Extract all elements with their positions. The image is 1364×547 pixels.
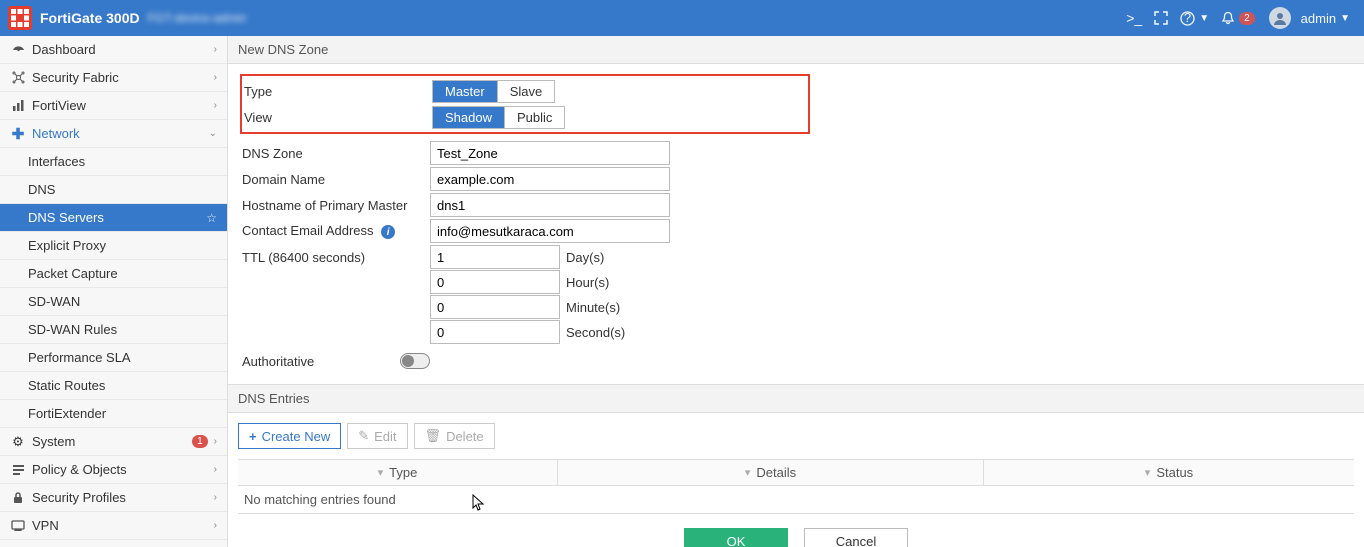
caret-down-icon: ▼ [1340,13,1350,24]
col-type[interactable]: ▾Type [238,460,558,485]
content-area: New DNS Zone Type Master Slave View Shad… [228,36,1364,547]
dnszone-input[interactable] [430,141,670,165]
pencil-icon: ✎ [358,428,369,444]
vpn-icon [10,520,26,531]
gear-icon: ⚙ [10,434,26,450]
col-details[interactable]: ▾Details [558,460,984,485]
policy-icon [10,463,26,476]
domain-label: Domain Name [240,172,430,187]
col-status[interactable]: ▾Status [984,460,1354,485]
edit-button[interactable]: ✎ Edit [347,423,407,449]
sidebar-item-dns[interactable]: DNS [0,176,227,204]
ttl-sec-unit: Second(s) [566,325,625,340]
sidebar-item-explicit-proxy[interactable]: Explicit Proxy [0,232,227,260]
sidebar-item-fortiview[interactable]: FortiView › [0,92,227,120]
filter-icon: ▾ [745,466,751,479]
page-title: New DNS Zone [228,36,1364,64]
info-icon[interactable]: i [381,225,395,239]
filter-icon: ▾ [1145,466,1151,479]
type-label: Type [242,84,432,99]
help-icon[interactable]: ? ▼ [1180,11,1209,26]
plus-icon: ✚ [10,125,26,143]
ok-button[interactable]: OK [684,528,788,547]
domain-input[interactable] [430,167,670,191]
view-toggle: Shadow Public [432,106,565,129]
dnszone-label: DNS Zone [240,146,430,161]
sidebar: Dashboard › Security Fabric › FortiView … [0,36,228,547]
ttl-day-input[interactable] [430,245,560,269]
cli-icon[interactable]: >_ [1126,10,1142,26]
notifications-icon[interactable]: 2 [1221,11,1255,25]
email-input[interactable] [430,219,670,243]
star-icon[interactable]: ☆ [206,211,217,225]
user-avatar-icon[interactable] [1269,7,1291,29]
highlight-box: Type Master Slave View Shadow Public [240,74,810,134]
sidebar-item-system[interactable]: ⚙ System 1 › [0,428,227,456]
lock-icon [10,491,26,504]
email-label: Contact Email Address i [240,223,430,240]
delete-button[interactable]: 🗑 Delete [414,423,495,449]
chart-icon [10,99,26,112]
plus-icon: + [249,429,257,444]
user-menu[interactable]: admin ▼ [1301,11,1350,26]
device-name: FortiGate 300D [40,10,140,26]
view-label: View [242,110,432,125]
view-public[interactable]: Public [505,107,564,128]
user-name: admin [1301,11,1336,26]
ttl-label: TTL (86400 seconds) [240,250,430,265]
create-new-button[interactable]: + Create New [238,423,341,449]
ttl-min-input[interactable] [430,295,560,319]
fullscreen-icon[interactable] [1154,11,1168,25]
sidebar-item-security-fabric[interactable]: Security Fabric › [0,64,227,92]
ttl-hour-input[interactable] [430,270,560,294]
notif-count: 2 [1239,12,1255,25]
app-header: FortiGate 300D FGT-device-admin >_ ? ▼ 2… [0,0,1364,36]
sidebar-item-user-device[interactable]: User & Device › [0,540,227,547]
sidebar-item-packet-capture[interactable]: Packet Capture [0,260,227,288]
sidebar-item-static-routes[interactable]: Static Routes [0,372,227,400]
type-master[interactable]: Master [433,81,498,102]
sidebar-item-security-profiles[interactable]: Security Profiles › [0,484,227,512]
trash-icon: 🗑 [425,428,442,444]
sidebar-item-interfaces[interactable]: Interfaces [0,148,227,176]
auth-label: Authoritative [240,354,400,369]
filter-icon: ▾ [378,466,384,479]
ttl-min-unit: Minute(s) [566,300,620,315]
device-sub: FGT-device-admin [148,11,247,25]
hostname-input[interactable] [430,193,670,217]
type-slave[interactable]: Slave [498,81,555,102]
sidebar-item-sdwan[interactable]: SD-WAN [0,288,227,316]
sidebar-item-vpn[interactable]: VPN › [0,512,227,540]
type-toggle: Master Slave [432,80,555,103]
sidebar-item-dns-servers[interactable]: DNS Servers☆ [0,204,227,232]
ttl-hour-unit: Hour(s) [566,275,609,290]
fabric-icon [10,71,26,84]
ttl-sec-input[interactable] [430,320,560,344]
ttl-day-unit: Day(s) [566,250,604,265]
sidebar-item-fortiextender[interactable]: FortiExtender [0,400,227,428]
entries-grid: ▾Type ▾Details ▾Status No matching entri… [238,459,1354,514]
sidebar-item-dashboard[interactable]: Dashboard › [0,36,227,64]
grid-empty-msg: No matching entries found [238,486,1354,514]
dashboard-icon [10,43,26,56]
sidebar-item-network[interactable]: ✚ Network ⌄ [0,120,227,148]
view-shadow[interactable]: Shadow [433,107,505,128]
hostname-label: Hostname of Primary Master [240,198,430,213]
sidebar-item-performance-sla[interactable]: Performance SLA [0,344,227,372]
system-badge: 1 [192,435,208,448]
fortinet-logo [8,6,32,30]
entries-title: DNS Entries [228,384,1364,413]
cancel-button[interactable]: Cancel [804,528,908,547]
authoritative-toggle[interactable] [400,353,430,369]
sidebar-item-policy[interactable]: Policy & Objects › [0,456,227,484]
caret-down-icon: ▼ [1199,13,1209,24]
sidebar-item-sdwan-rules[interactable]: SD-WAN Rules [0,316,227,344]
svg-text:?: ? [1184,11,1191,25]
